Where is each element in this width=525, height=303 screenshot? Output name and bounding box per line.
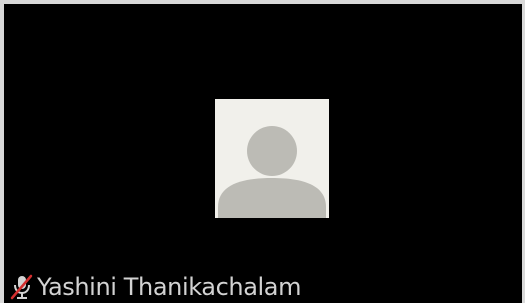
default-avatar-icon [215, 99, 329, 218]
participant-video-tile[interactable] [0, 0, 525, 303]
participant-name: Yashini Thanikachalam [37, 273, 302, 301]
mic-muted-icon[interactable] [10, 274, 34, 300]
participant-name-bar: Yashini Thanikachalam [10, 272, 301, 302]
